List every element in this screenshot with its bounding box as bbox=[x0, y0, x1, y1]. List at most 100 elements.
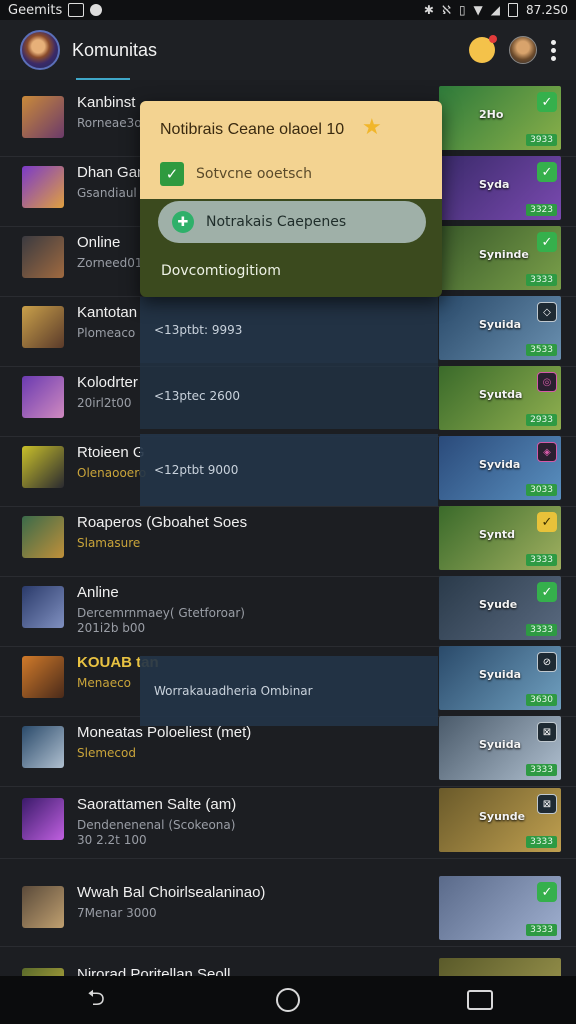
overlay-panel-1[interactable]: <13ptbt: 9993 bbox=[140, 297, 438, 363]
status-badge-icon[interactable]: ✓ bbox=[537, 162, 557, 182]
list-item-subtitle: Olenaooero bbox=[77, 466, 147, 480]
popup-option-label: Sotvcne ooetsch bbox=[196, 166, 312, 182]
list-item-title: Saorattamen Salte (am) bbox=[77, 796, 237, 813]
status-badge-icon[interactable]: ✓ bbox=[537, 232, 557, 252]
preview-label: Syuida bbox=[479, 318, 521, 331]
count-badge: 2933 bbox=[526, 414, 557, 426]
status-badge-icon[interactable]: ⊠ bbox=[537, 794, 557, 814]
list-item-subtitle: Slemecod bbox=[77, 746, 136, 760]
notification-popup[interactable]: Notibrais Ceane olaoel 10 ★ ✓ Sotvcne oo… bbox=[140, 101, 442, 297]
status-badge-icon[interactable]: ✓ bbox=[537, 512, 557, 532]
status-badge-icon[interactable]: ◎ bbox=[537, 372, 557, 392]
circle-icon bbox=[90, 4, 103, 16]
list-item[interactable]: Roaperos (Gboahet Soes Slamasure Syntd ✓ 333… bbox=[0, 504, 576, 577]
community-thumbnail bbox=[22, 376, 64, 418]
list-item[interactable]: Anline Dercemrnmaey( Gtetforoar) 201i2b b0… bbox=[0, 574, 576, 647]
list-item-meta: 201i2b b00 bbox=[77, 621, 146, 635]
preview-image[interactable]: 2Ho ✓ 3933 bbox=[439, 86, 561, 150]
status-badge-icon[interactable]: ◈ bbox=[537, 442, 557, 462]
preview-image[interactable]: Syude ✓ 3333 bbox=[439, 576, 561, 640]
list-item-title: Moneatas Poloeliest (met) bbox=[77, 724, 252, 741]
list-item-subtitle: Slamasure bbox=[77, 536, 141, 550]
status-badge-icon[interactable]: ◇ bbox=[537, 302, 557, 322]
preview-label: Syutda bbox=[479, 388, 523, 401]
list-item-subtitle: Rorneae3o bbox=[77, 116, 142, 130]
list-item-subtitle: 7Menar 3000 bbox=[77, 906, 157, 920]
list-item-subtitle: Gsandiaul bbox=[77, 186, 137, 200]
status-badge-icon[interactable]: ⊘ bbox=[537, 652, 557, 672]
clock: 87.2S0 bbox=[526, 3, 568, 17]
list-item-subtitle: Zorneed01 bbox=[77, 256, 143, 270]
list-item-title: Roaperos (Gboahet Soes bbox=[77, 514, 248, 531]
back-icon[interactable]: ⮌ bbox=[66, 981, 126, 1019]
list-item-subtitle: Plomeaco bbox=[77, 326, 136, 340]
wifi-icon: ▼ bbox=[473, 3, 483, 17]
list-item-title: Kantotan bbox=[77, 304, 138, 321]
popup-primary-button[interactable]: ✚ Notrakais Caepenes bbox=[158, 201, 426, 243]
nfc-icon: ℵ bbox=[441, 3, 451, 17]
preview-label: 2Ho bbox=[479, 108, 504, 121]
preview-image[interactable]: Syninde ✓ 3333 bbox=[439, 226, 561, 290]
list-item-subtitle: Dercemrnmaey( Gtetforoar) bbox=[77, 606, 245, 620]
list-item-subtitle: Dendenenenal (Scokeona) bbox=[77, 818, 236, 832]
preview-label: Syuida bbox=[479, 668, 521, 681]
status-badge-icon[interactable]: ✓ bbox=[537, 882, 557, 902]
popup-primary-label: Notrakais Caepenes bbox=[206, 214, 347, 230]
preview-label: Syude bbox=[479, 598, 518, 611]
preview-image[interactable]: ✓ 3333 bbox=[439, 876, 561, 940]
community-thumbnail bbox=[22, 586, 64, 628]
count-badge: 3333 bbox=[526, 924, 557, 936]
signal-icon: ◢ bbox=[490, 3, 501, 17]
list-item-title: Kanbinst bbox=[77, 94, 136, 111]
list-item[interactable]: Saorattamen Salte (am) Dendenenenal (Scok… bbox=[0, 786, 576, 859]
home-icon[interactable] bbox=[258, 988, 318, 1012]
page-title: Komunitas bbox=[72, 39, 158, 60]
count-badge: 3333 bbox=[526, 624, 557, 636]
preview-image[interactable]: Syntd ✓ 3333 bbox=[439, 506, 561, 570]
vibrate-icon: ▯ bbox=[458, 3, 466, 17]
popup-option[interactable]: ✓ Sotvcne ooetsch bbox=[160, 162, 312, 186]
status-badge-icon[interactable]: ✓ bbox=[537, 582, 557, 602]
count-badge: 3323 bbox=[526, 204, 557, 216]
avatar[interactable] bbox=[509, 36, 537, 64]
community-thumbnail bbox=[22, 656, 64, 698]
count-badge: 3333 bbox=[526, 764, 557, 776]
overlay-panel-3[interactable]: <12ptbt 9000 bbox=[140, 434, 438, 506]
preview-image[interactable] bbox=[439, 958, 561, 976]
count-badge: 3533 bbox=[526, 344, 557, 356]
system-nav-bar: ⮌ bbox=[0, 976, 576, 1024]
count-badge: 3333 bbox=[526, 274, 557, 286]
preview-image[interactable]: Syuida ◇ 3533 bbox=[439, 296, 561, 360]
overlay-panel-2[interactable]: <13ptec 2600 bbox=[140, 363, 438, 429]
preview-label: Syda bbox=[479, 178, 510, 191]
community-thumbnail bbox=[22, 446, 64, 488]
recents-icon[interactable] bbox=[450, 990, 510, 1010]
preview-label: Syntd bbox=[479, 528, 516, 541]
list-item[interactable]: Nirorad Poritellan Seoll bbox=[0, 956, 576, 976]
preview-image[interactable]: Syuida ⊠ 3333 bbox=[439, 716, 561, 780]
list-item-title: Dhan Gan bbox=[77, 164, 146, 181]
popup-footer-link[interactable]: Dovcomtiogitiom bbox=[161, 263, 281, 279]
status-bar: Geemits ✱ ℵ ▯ ▼ ◢ 87.2S0 bbox=[0, 0, 576, 20]
list-item-subtitle: 20irl2t00 bbox=[77, 396, 132, 410]
more-options-icon[interactable] bbox=[551, 39, 556, 61]
checkbox-checked-icon[interactable]: ✓ bbox=[160, 162, 184, 186]
preview-image[interactable]: Syuida ⊘ 3630 bbox=[439, 646, 561, 710]
preview-image[interactable]: Syunde ⊠ 3333 bbox=[439, 788, 561, 852]
popup-title: Notibrais Ceane olaoel 10 bbox=[160, 121, 345, 138]
image-icon bbox=[68, 3, 85, 17]
community-thumbnail bbox=[22, 798, 64, 840]
status-badge-icon[interactable]: ⊠ bbox=[537, 722, 557, 742]
battery-icon bbox=[508, 3, 519, 17]
preview-image[interactable]: Syvida ◈ 3033 bbox=[439, 436, 561, 500]
list-item[interactable]: Wwah Bal Choirlsealaninao) 7Menar 3000 ✓ 33… bbox=[0, 874, 576, 947]
list-item-title: Nirorad Poritellan Seoll bbox=[77, 966, 231, 976]
preview-label: Syninde bbox=[479, 248, 529, 261]
preview-image[interactable]: Syda ✓ 3323 bbox=[439, 156, 561, 220]
overlay-panel-4[interactable]: Worrakauadheria Ombinar bbox=[140, 656, 438, 726]
preview-image[interactable]: Syutda ◎ 2933 bbox=[439, 366, 561, 430]
community-logo[interactable] bbox=[20, 30, 60, 70]
status-badge-icon[interactable]: ✓ bbox=[537, 92, 557, 112]
notification-bell-icon[interactable] bbox=[469, 35, 497, 63]
active-tab-indicator bbox=[76, 78, 130, 80]
